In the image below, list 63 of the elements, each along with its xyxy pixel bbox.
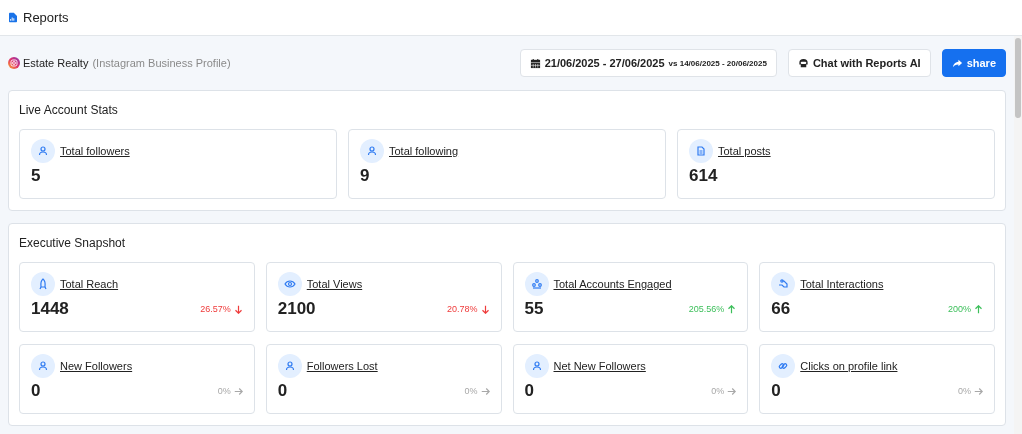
instagram-icon (8, 57, 20, 69)
stat-value: 1448 (31, 299, 70, 319)
stat-value: 5 (31, 166, 42, 186)
stat-label-link[interactable]: Total following (389, 145, 459, 157)
document-icon (689, 139, 713, 163)
stat-value: 66 (771, 299, 792, 319)
eye-icon (277, 272, 302, 296)
group-icon (524, 272, 549, 296)
date-range-button[interactable]: 21/06/2025 - 27/06/2025 vs 14/06/2025 - 20/06/2025 (519, 49, 777, 77)
right-arrow-icon (727, 386, 737, 396)
section-title: Executive Snapshot (19, 235, 127, 252)
stat-value: 2100 (277, 299, 317, 319)
stat-value: 55 (524, 299, 545, 319)
down-arrow-icon (480, 304, 490, 314)
up-arrow-icon (727, 304, 737, 314)
stat-label-link[interactable]: New Followers (60, 360, 133, 372)
stat-label-link[interactable]: Clicks on profile link (800, 360, 898, 372)
rocket-icon (31, 272, 55, 296)
stat-label-link[interactable]: Total Accounts Engaged (553, 278, 672, 290)
person-icon (31, 354, 55, 378)
page-title: Reports (23, 10, 69, 25)
change-percent: 0% (464, 386, 478, 396)
scrollbar[interactable] (1014, 36, 1022, 434)
right-arrow-icon (480, 386, 490, 396)
hand-icon (771, 272, 796, 296)
stat-label-link[interactable]: Total posts (718, 145, 771, 157)
change-percent: 0% (958, 386, 971, 396)
link-icon (771, 354, 796, 378)
share-icon (951, 57, 963, 69)
stat-value: 0 (524, 381, 535, 401)
stat-label-link[interactable]: Followers Lost (306, 360, 378, 372)
stat-value: 0 (31, 381, 42, 401)
section-title: Live Account Stats (19, 102, 119, 119)
account-name: Estate Realty (23, 57, 89, 69)
change-percent: 200% (947, 304, 971, 314)
stat-label-link[interactable]: Total followers (60, 145, 130, 157)
change-percent: 0% (217, 386, 231, 396)
change-percent: 205.56% (688, 304, 725, 314)
stat-label-link[interactable]: Total Reach (60, 278, 119, 290)
chat-button[interactable]: Chat with Reports AI (787, 49, 931, 77)
change-percent: 26.57% (200, 304, 231, 314)
stat-value: 0 (277, 381, 289, 401)
person-icon (360, 139, 384, 163)
stat-label-link[interactable]: Total Interactions (800, 278, 884, 290)
chat-bot-icon (797, 57, 809, 69)
stat-value: 614 (689, 166, 719, 186)
right-arrow-icon (233, 386, 243, 396)
person-icon (31, 139, 55, 163)
account-type: (Instagram Business Profile) (92, 57, 231, 69)
stat-value: 0 (771, 381, 782, 401)
stat-value: 9 (360, 166, 371, 186)
stat-label-link[interactable]: Net New Followers (553, 360, 646, 372)
calendar-icon (529, 57, 541, 69)
change-percent: 0% (711, 386, 725, 396)
person-icon (277, 354, 302, 378)
down-arrow-icon (233, 304, 243, 314)
up-arrow-icon (974, 304, 983, 314)
stat-label-link[interactable]: Total Views (306, 278, 363, 290)
right-arrow-icon (974, 386, 983, 396)
change-percent: 20.78% (446, 304, 478, 314)
share-button[interactable]: share (941, 49, 1006, 77)
report-icon (9, 12, 17, 23)
person-icon (524, 354, 549, 378)
